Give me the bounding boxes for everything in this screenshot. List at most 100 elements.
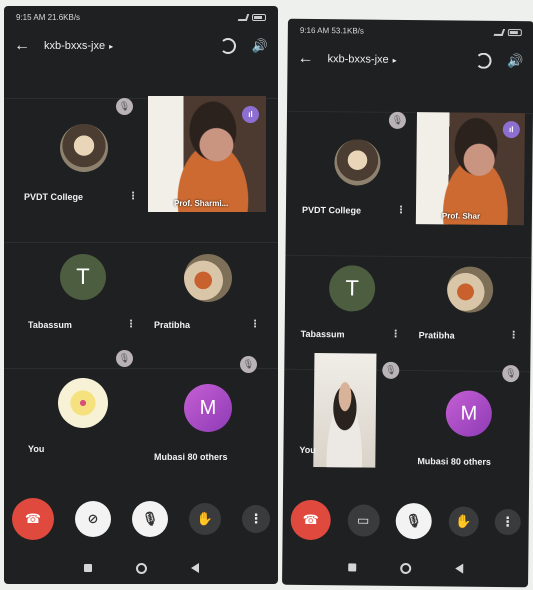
more-vert-icon[interactable]: ⋮ [494,508,521,536]
mic-off-icon[interactable]: 🎙 [132,501,168,537]
avatar [184,254,232,302]
back-icon[interactable] [190,563,199,573]
call-controls: ☎ ⊘ 🎙 ✋ ⋮ [4,498,278,540]
more-vert-icon[interactable]: ⋮ [509,330,519,341]
participant-name: Mubasi 80 others [417,456,491,467]
participant-name: Mubasi 80 others [154,452,228,462]
phone-screen-left: 9:15 AM 21.6KB/s ← kxb-bxxs-jxe ▸ 🔊 🎙 PVD… [4,6,278,584]
participant-tile-you[interactable]: 🎙 You [28,350,140,454]
participant-tile-others[interactable]: 🎙 M Mubasi 80 others [417,354,526,467]
chevron-right-icon: ▸ [392,55,397,65]
more-vert-icon[interactable]: ⋮ [128,191,138,202]
status-icons [237,13,266,21]
recents-icon[interactable] [83,564,92,572]
chevron-right-icon: ▸ [109,41,114,51]
more-vert-icon[interactable]: ⋮ [126,319,136,330]
home-icon[interactable] [399,562,411,574]
mic-off-icon: 🎙 [388,111,407,129]
participant-name: Prof. Sharmi... [174,199,229,208]
battery-icon [507,28,522,36]
back-icon[interactable] [454,563,463,574]
participant-name: Prof. Shar [441,211,481,221]
camera-icon[interactable]: ▭ [347,504,380,537]
avatar [446,266,494,313]
others-count: 80 others [187,452,228,462]
mic-off-icon: 🎙 [116,350,133,367]
participant-tile-pratibha[interactable]: Pratibha ⋮ [419,264,524,341]
call-controls: ☎ ▭ 🎙 ✋ ⋮ [283,499,529,544]
self-video [313,353,377,468]
participant-tile-college[interactable]: 🎙 PVDT College ⋮ [302,111,411,216]
avatar [60,124,108,172]
back-arrow-icon[interactable]: ← [297,50,319,68]
status-time: 9:16 AM [299,25,330,35]
participant-name-mubasi: Mubasi [417,456,449,467]
participant-name: Tabassum [28,320,72,330]
mic-off-icon: 🎙 [502,364,520,383]
system-navigation-bar [282,557,528,580]
avatar: T [60,254,106,300]
more-vert-icon[interactable]: ⋮ [250,319,260,330]
participant-name: You [28,444,45,454]
video-tile-speaker[interactable]: ıl Prof. Shar [415,112,525,226]
mic-off-icon[interactable]: 🎙 [395,502,432,540]
meeting-header: ← kxb-bxxs-jxe ▸ 🔊 [4,32,278,60]
raise-hand-icon[interactable]: ✋ [448,506,479,537]
participant-name: Pratibha [418,330,455,341]
participant-tile-tabassum[interactable]: T Tabassum ⋮ [301,263,406,340]
meeting-header: ← kxb-bxxs-jxe ▸ 🔊 [287,45,533,76]
speaking-indicator-icon: ıl [502,120,520,139]
signal-icon [237,13,250,21]
participant-name-mubasi: Mubasi [154,452,186,462]
meeting-code[interactable]: kxb-bxxs-jxe ▸ [44,40,220,52]
participant-tile-tabassum[interactable]: T Tabassum ⋮ [28,250,140,330]
speaker-icon[interactable]: 🔊 [507,53,523,69]
flip-camera-icon[interactable] [219,38,236,54]
participant-name: PVDT College [24,192,84,202]
hangup-icon[interactable]: ☎ [290,499,331,541]
mic-off-icon: 🎙 [240,356,257,373]
recents-icon[interactable] [347,563,356,572]
participant-name: Tabassum [300,328,345,340]
meeting-code[interactable]: kxb-bxxs-jxe ▸ [327,53,475,67]
more-vert-icon[interactable]: ⋮ [242,505,270,533]
hangup-icon[interactable]: ☎ [12,498,54,540]
mic-off-icon: 🎙 [116,98,133,115]
status-network-speed: 53.1KB/s [331,25,364,36]
avatar [334,139,381,186]
avatar: T [328,265,376,312]
speaking-indicator-icon: ıl [242,106,259,123]
status-bar: 9:15 AM 21.6KB/s [4,6,278,28]
camera-off-icon[interactable]: ⊘ [75,501,111,537]
participant-tile-college[interactable]: 🎙 PVDT College ⋮ [24,98,142,202]
more-vert-icon[interactable]: ⋮ [391,329,401,340]
back-arrow-icon[interactable]: ← [14,37,36,55]
status-icons [493,28,522,36]
more-vert-icon[interactable]: ⋮ [396,205,406,216]
avatar: M [184,384,232,432]
others-count: 80 others [450,456,491,467]
divider [285,254,532,259]
raise-hand-icon[interactable]: ✋ [189,503,221,535]
avatar [58,378,108,428]
status-bar: 9:16 AM 53.1KB/s [288,19,533,44]
home-icon[interactable] [135,562,147,574]
participant-tile-others[interactable]: 🎙 M Mubasi 80 others [154,350,268,462]
battery-icon [252,13,266,21]
speaker-icon[interactable]: 🔊 [252,38,268,54]
mic-off-icon: 🎙 [382,361,400,379]
status-network-speed: 21.6KB/s [47,12,81,22]
status-time: 9:15 AM [16,12,46,22]
system-navigation-bar [4,558,278,578]
participant-name: PVDT College [301,204,362,216]
signal-icon [493,28,506,36]
flip-camera-icon[interactable] [475,52,492,69]
participant-tile-pratibha[interactable]: Pratibha ⋮ [154,250,264,330]
meeting-code-text: kxb-bxxs-jxe [327,53,389,66]
participant-tile-you[interactable]: 🎙 You [299,353,408,472]
participant-name: Pratibha [154,320,191,330]
video-tile-speaker[interactable]: ıl Prof. Sharmi... [148,96,266,212]
phone-screen-right: 9:16 AM 53.1KB/s ← kxb-bxxs-jxe ▸ 🔊 🎙 PVD… [282,18,533,588]
participant-name: You [299,444,316,456]
divider [4,242,278,243]
